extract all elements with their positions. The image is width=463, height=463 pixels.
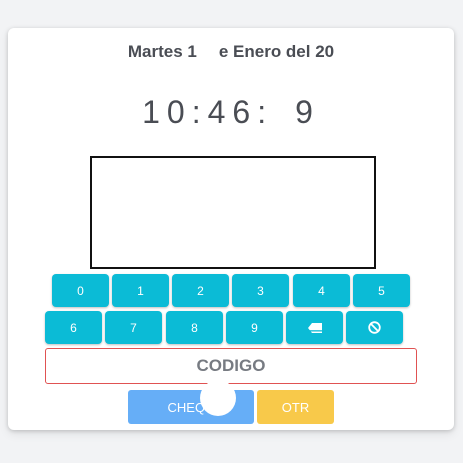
date-text-left: Martes 1	[127, 42, 197, 61]
date-text-right: e Enero del 20	[218, 42, 335, 61]
key-7[interactable]: 7	[105, 311, 162, 344]
key-8[interactable]: 8	[166, 311, 223, 344]
camera-preview	[90, 156, 376, 269]
kiosk-card: Martes 1 e Enero del 20 10:46: 9 0 1 2 3 4…	[8, 28, 454, 430]
key-6[interactable]: 6	[45, 311, 102, 344]
clock-text-left: 10:46:	[142, 94, 274, 130]
key-label: 4	[318, 283, 325, 298]
touch-indicator	[200, 380, 236, 416]
clear-button[interactable]	[346, 311, 403, 344]
key-3[interactable]: 3	[232, 274, 289, 307]
key-5[interactable]: 5	[353, 274, 410, 307]
other-button-label: OTR	[281, 399, 310, 415]
key-4[interactable]: 4	[293, 274, 350, 307]
key-label: 7	[130, 320, 137, 335]
code-placeholder: CODIGO	[196, 356, 266, 375]
key-0[interactable]: 0	[52, 274, 109, 307]
backspace-button[interactable]	[286, 311, 343, 344]
key-label: 3	[257, 283, 264, 298]
code-input[interactable]: CODIGO	[45, 348, 417, 384]
clock-display: 10:46: 9	[8, 94, 454, 131]
key-label: 8	[191, 320, 198, 335]
other-button[interactable]: OTR	[257, 390, 334, 424]
key-label: 9	[251, 320, 258, 335]
key-label: 1	[137, 283, 144, 298]
key-label: 0	[77, 283, 84, 298]
key-1[interactable]: 1	[112, 274, 169, 307]
key-label: 2	[197, 283, 204, 298]
eraser-icon	[307, 322, 323, 334]
cancel-circle-icon	[368, 321, 381, 334]
clock-text-right: 9	[295, 94, 320, 130]
key-label: 6	[70, 320, 77, 335]
key-2[interactable]: 2	[172, 274, 229, 307]
date-label: Martes 1 e Enero del 20	[8, 42, 454, 62]
key-9[interactable]: 9	[226, 311, 283, 344]
key-label: 5	[378, 283, 385, 298]
